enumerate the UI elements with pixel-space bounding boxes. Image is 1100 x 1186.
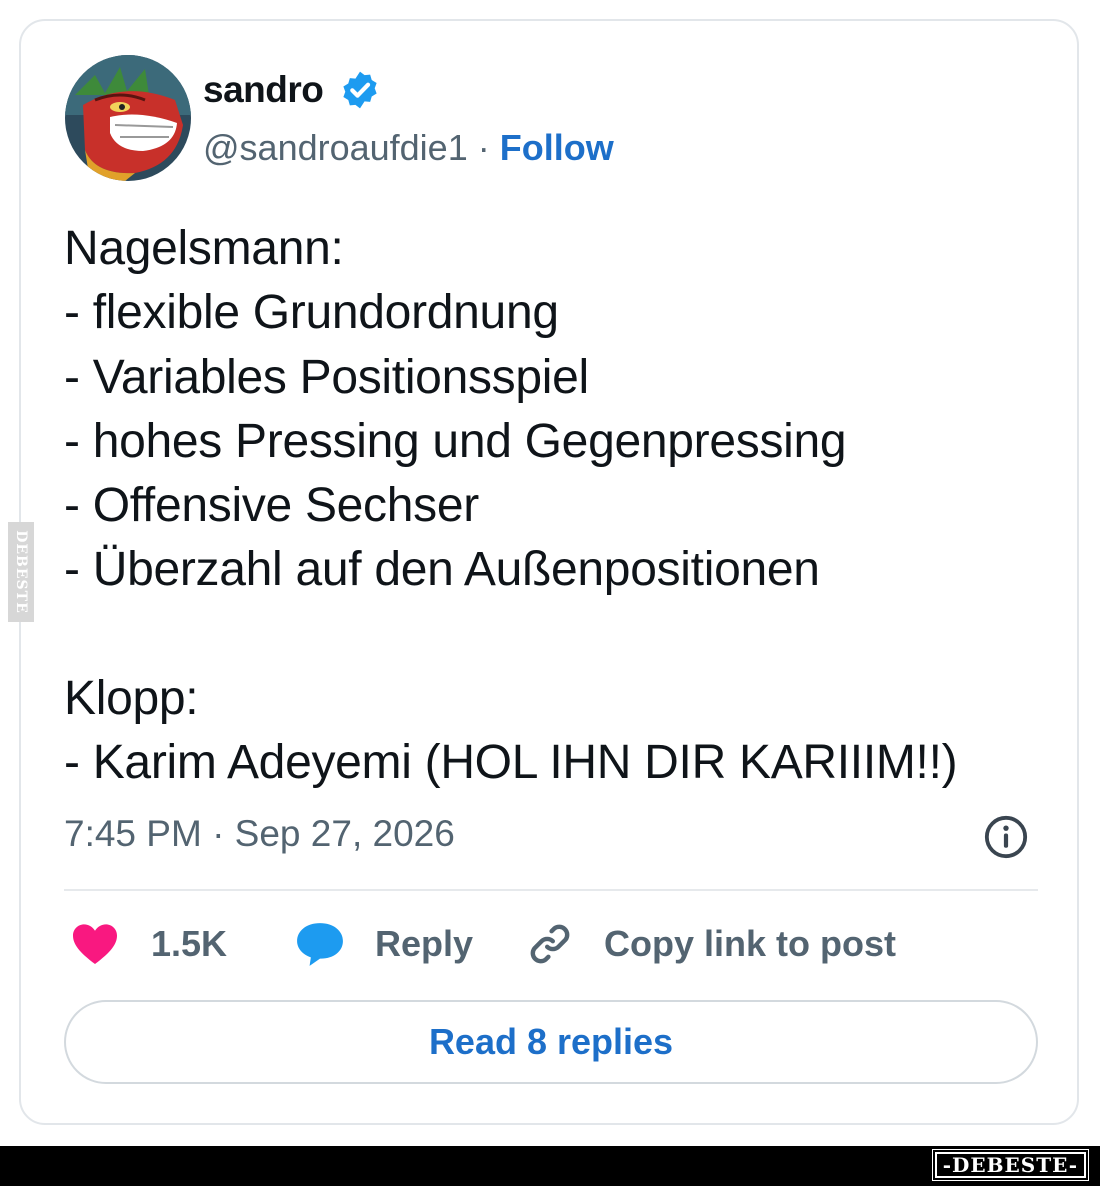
like-count: 1.5K <box>151 923 228 964</box>
avatar[interactable] <box>65 55 191 181</box>
copy-link-label: Copy link to post <box>604 923 896 964</box>
link-icon <box>530 924 570 964</box>
divider <box>64 889 1038 891</box>
speech-bubble-icon <box>297 923 343 966</box>
side-watermark: DEBESTE <box>8 522 34 622</box>
reply-label: Reply <box>375 923 474 964</box>
dragon-avatar-icon <box>65 55 191 181</box>
tweet-line: Klopp: <box>64 672 199 726</box>
side-watermark-text: DEBESTE <box>13 530 29 614</box>
tweet-line: - Offensive Sechser <box>64 479 479 533</box>
user-handle[interactable]: @sandroaufdie1 <box>203 127 468 168</box>
handle-row: @sandroaufdie1 · Follow <box>203 127 614 169</box>
verified-badge-icon <box>343 71 377 109</box>
heart-icon <box>73 924 117 964</box>
handle-separator: · <box>467 127 500 168</box>
tweet-line: - hohes Pressing und Gegenpressing <box>64 414 847 468</box>
tweet-line: - Karim Adeyemi (HOL IHN DIR KARIIIM!!) <box>64 736 958 790</box>
like-button[interactable]: 1.5K <box>71 919 227 969</box>
copy-link-button[interactable]: Copy link to post <box>526 919 896 969</box>
watermark-logo: -DEBESTE- <box>931 1149 1090 1181</box>
tweet-line: - flexible Grundordnung <box>64 286 559 340</box>
info-icon[interactable] <box>983 814 1029 860</box>
reply-button[interactable]: Reply <box>295 919 473 969</box>
tweet-line: - Überzahl auf den Außenpositionen <box>64 543 820 597</box>
timestamp-link[interactable]: 7:45 PM · Sep 27, 2026 <box>64 813 455 855</box>
tweet-line: Nagelsmann: <box>64 222 344 275</box>
follow-link[interactable]: Follow <box>500 127 614 168</box>
tweet-line <box>64 603 1064 667</box>
read-replies-button[interactable]: Read 8 replies <box>64 1000 1038 1084</box>
display-name[interactable]: sandro <box>203 69 324 111</box>
tweet-line: - Variables Positionsspiel <box>64 350 589 404</box>
footer-bar: -DEBESTE- <box>0 1146 1100 1186</box>
tweet-card: sandro @sandroaufdie1 · Follow Nagelsman… <box>19 19 1079 1125</box>
tweet-text: Nagelsmann: - flexible Grundordnung - Va… <box>64 217 1064 796</box>
